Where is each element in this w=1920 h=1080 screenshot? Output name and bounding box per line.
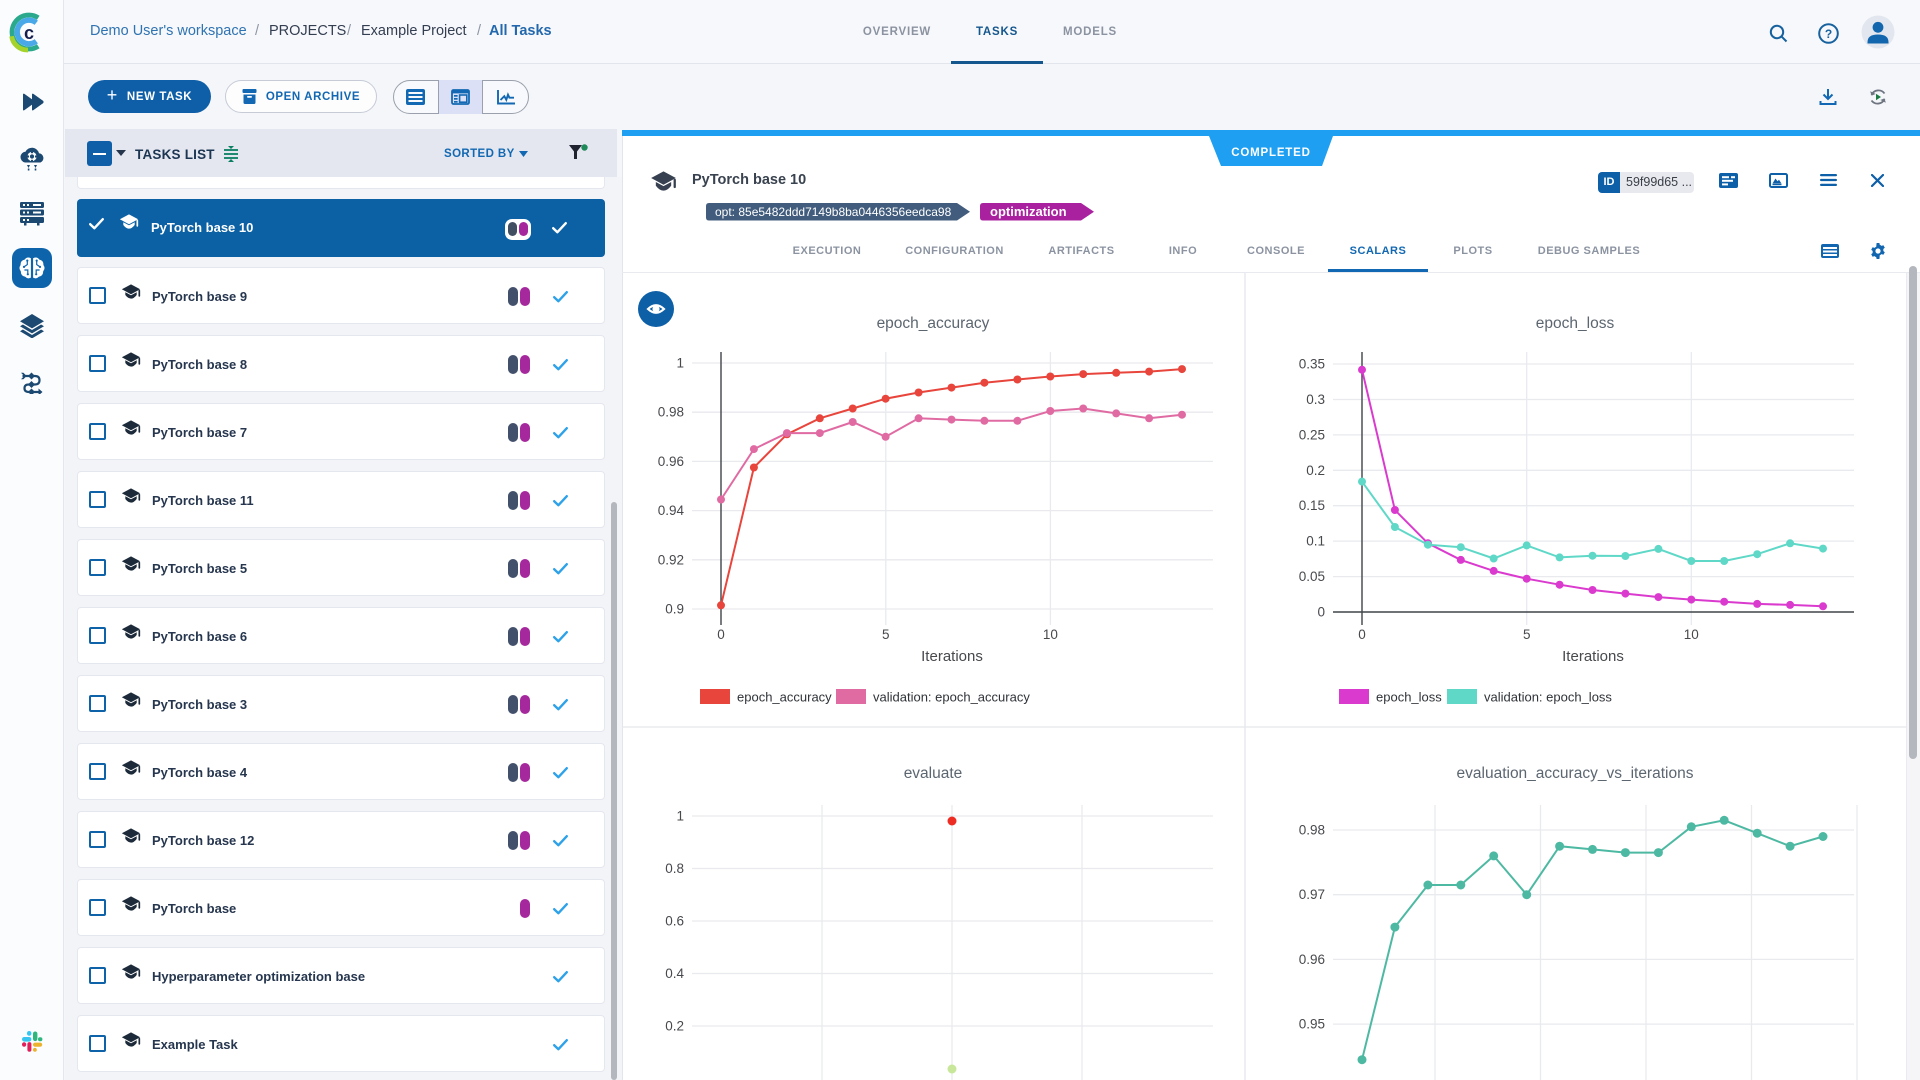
svg-text:validation: epoch_accuracy: validation: epoch_accuracy (873, 690, 1030, 705)
svg-text:0.94: 0.94 (658, 503, 685, 518)
svg-text:optimization: optimization (990, 204, 1067, 219)
svg-text:epoch_accuracy: epoch_accuracy (877, 315, 990, 332)
svg-text:0: 0 (1317, 605, 1325, 620)
svg-text:evaluate: evaluate (904, 765, 963, 782)
svg-text:10: 10 (1684, 627, 1699, 642)
svg-text:5: 5 (882, 627, 890, 642)
svg-text:10: 10 (1043, 627, 1058, 642)
svg-text:0.35: 0.35 (1299, 357, 1325, 372)
svg-text:0.98: 0.98 (658, 405, 684, 420)
svg-text:epoch_accuracy: epoch_accuracy (737, 690, 832, 705)
svg-text:0.3: 0.3 (1306, 392, 1325, 407)
svg-text:5: 5 (1523, 627, 1531, 642)
svg-text:0.92: 0.92 (658, 552, 684, 567)
svg-text:0.05: 0.05 (1299, 569, 1325, 584)
svg-text:evaluation_accuracy_vs_iterati: evaluation_accuracy_vs_iterations (1457, 765, 1694, 782)
svg-text:1: 1 (676, 809, 684, 824)
svg-text:0.96: 0.96 (658, 454, 684, 469)
svg-text:0.15: 0.15 (1299, 498, 1325, 513)
svg-text:epoch_loss: epoch_loss (1376, 690, 1442, 705)
svg-text:0.2: 0.2 (665, 1019, 684, 1034)
svg-text:0.98: 0.98 (1299, 823, 1325, 838)
svg-text:COMPLETED: COMPLETED (1231, 147, 1310, 159)
svg-text:0.96: 0.96 (1299, 952, 1325, 967)
svg-text:validation: epoch_loss: validation: epoch_loss (1484, 690, 1612, 705)
svg-text:0.95: 0.95 (1299, 1017, 1325, 1032)
svg-text:0.4: 0.4 (665, 966, 684, 981)
svg-text:0.1: 0.1 (1306, 534, 1325, 549)
svg-text:?: ? (1825, 27, 1832, 41)
svg-text:0: 0 (1358, 627, 1366, 642)
svg-text:1: 1 (676, 356, 684, 371)
svg-text:0.6: 0.6 (665, 914, 684, 929)
svg-text:c: c (24, 23, 34, 43)
svg-text:Iterations: Iterations (921, 648, 983, 665)
svg-text:0.25: 0.25 (1299, 427, 1325, 442)
svg-text:Iterations: Iterations (1562, 648, 1624, 665)
svg-text:0.9: 0.9 (665, 602, 684, 617)
svg-text:0: 0 (717, 627, 725, 642)
svg-text:0.8: 0.8 (665, 861, 684, 876)
svg-text:opt: 85e5482ddd7149b8ba0446356: opt: 85e5482ddd7149b8ba0446356eedca98 (715, 205, 952, 219)
svg-text:0.2: 0.2 (1306, 463, 1325, 478)
svg-text:0.97: 0.97 (1299, 887, 1325, 902)
svg-text:epoch_loss: epoch_loss (1536, 315, 1615, 332)
